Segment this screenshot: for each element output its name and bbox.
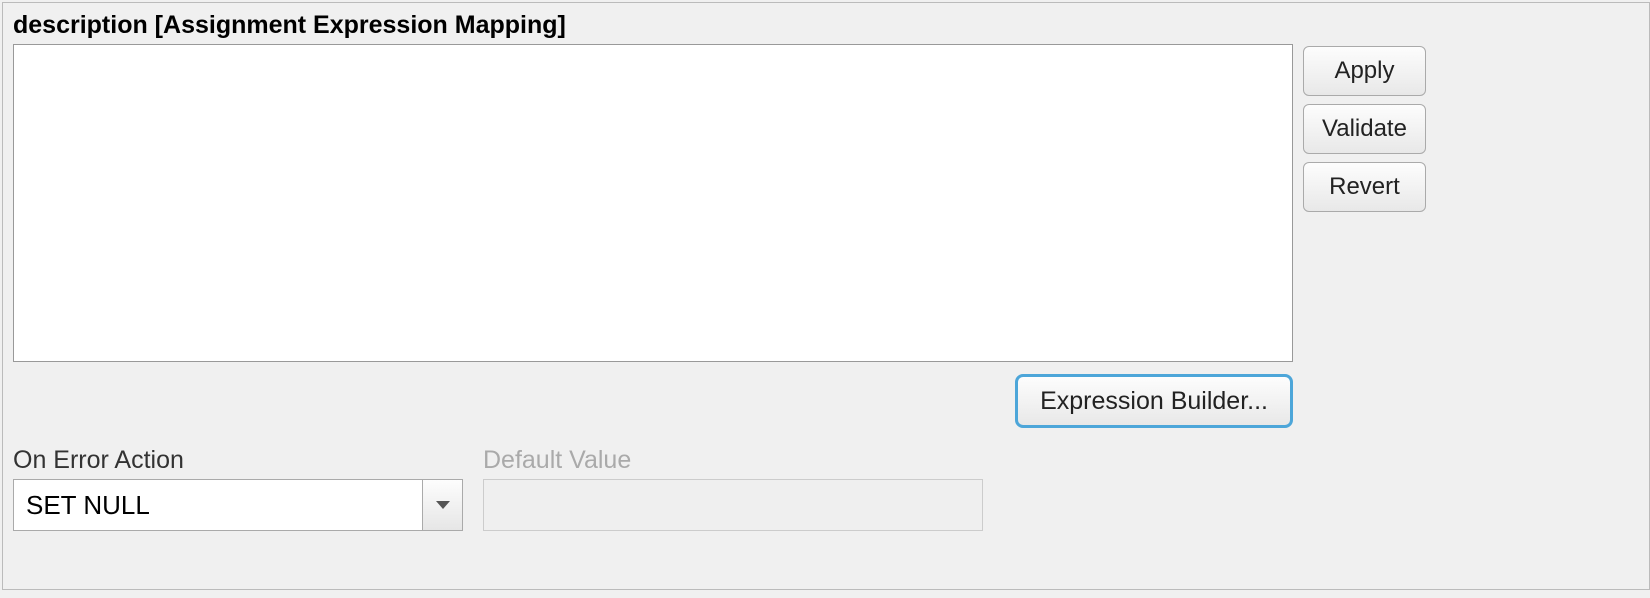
on-error-action-value: SET NULL xyxy=(14,480,422,530)
default-value-input xyxy=(483,479,983,531)
panel-title: description [Assignment Expression Mappi… xyxy=(13,11,1639,40)
apply-button[interactable]: Apply xyxy=(1303,46,1426,96)
on-error-action-select[interactable]: SET NULL xyxy=(13,479,463,531)
on-error-action-label: On Error Action xyxy=(13,446,463,475)
chevron-down-icon xyxy=(436,501,450,509)
revert-button[interactable]: Revert xyxy=(1303,162,1426,212)
side-button-group: Apply Validate Revert xyxy=(1303,46,1426,212)
expression-builder-button[interactable]: Expression Builder... xyxy=(1015,374,1293,428)
on-error-action-group: On Error Action SET NULL xyxy=(13,446,463,531)
default-value-label: Default Value xyxy=(483,446,983,475)
expression-textarea[interactable] xyxy=(13,44,1293,362)
validate-button[interactable]: Validate xyxy=(1303,104,1426,154)
bottom-row: On Error Action SET NULL Default Value xyxy=(13,446,1639,531)
expression-mapping-panel: description [Assignment Expression Mappi… xyxy=(2,2,1650,590)
expression-builder-row: Expression Builder... xyxy=(13,374,1293,428)
on-error-action-dropdown-button[interactable] xyxy=(422,480,462,530)
default-value-group: Default Value xyxy=(483,446,983,531)
main-row: Apply Validate Revert xyxy=(13,44,1639,362)
